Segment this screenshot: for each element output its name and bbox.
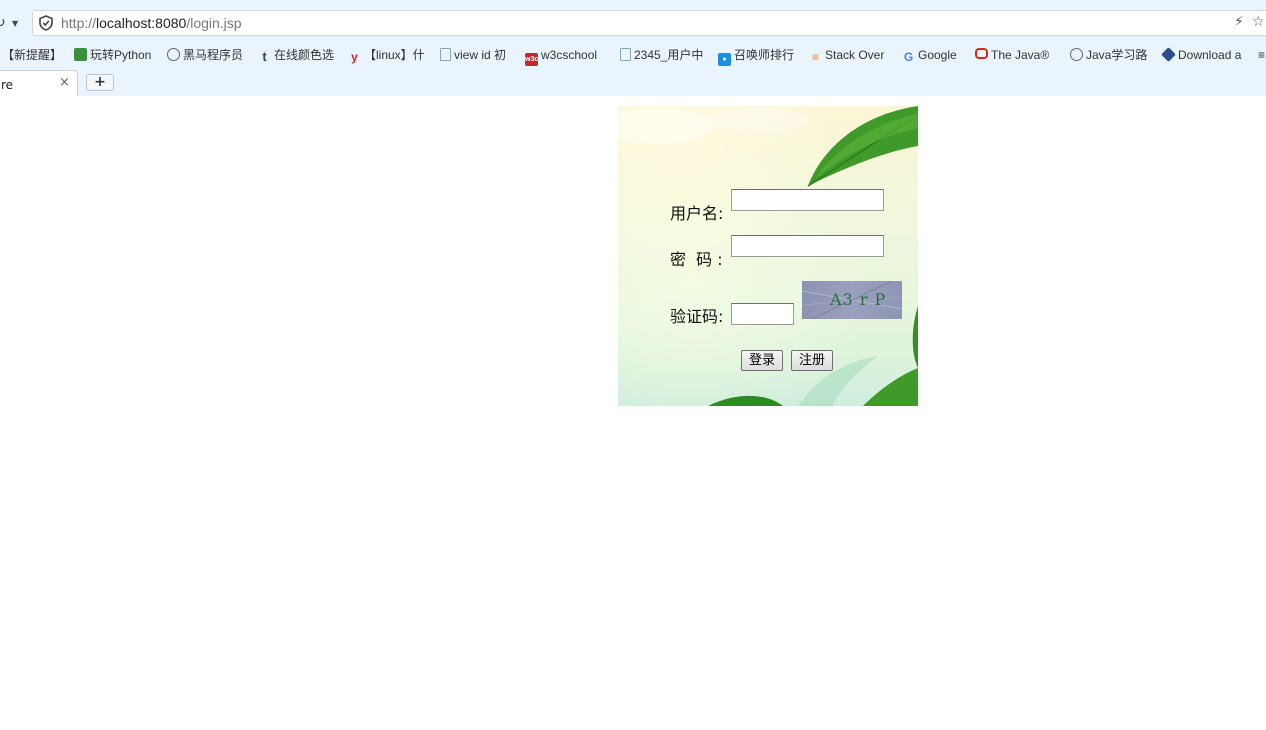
bookmark-label: 黑马程序员 (183, 48, 244, 62)
bookmark-item[interactable]: Download a (1161, 44, 1242, 66)
captcha-image[interactable]: A3 r P (802, 281, 902, 319)
bookmark-label: 2345_用户中 (634, 48, 704, 62)
refresh-icon: ↻ (0, 15, 6, 31)
login-panel: 用户名: 密 码 : 验证码: A3 r P 登录 注册 (618, 106, 918, 406)
page-icon (620, 48, 631, 61)
bookmark-label: 在线颜色选 (274, 48, 335, 62)
bookmark-label: 玩转Python (90, 48, 152, 62)
bookmark-label: w3cschool (541, 48, 598, 62)
tab-strip: re × + (0, 68, 1266, 96)
browser-chrome: ↻ ▼ http://localhost:8080/login.jsp ⚡ ☆ … (0, 0, 1266, 96)
register-button[interactable]: 注册 (791, 350, 833, 371)
url-text: http://localhost:8080/login.jsp (61, 15, 242, 32)
bookmark-item[interactable]: ≡ Stack Over (809, 44, 884, 66)
bookmark-item[interactable]: 玩转Python (74, 44, 151, 66)
more-bookmarks-icon[interactable]: ≡ (1258, 44, 1265, 66)
back-menu-button[interactable]: ↻ ▼ (0, 14, 22, 32)
bookmark-item[interactable]: w3c w3cschool (525, 44, 597, 66)
username-label: 用户名: (670, 204, 724, 223)
captcha-label: 验证码: (670, 307, 724, 326)
shield-icon (39, 15, 53, 31)
lightning-icon[interactable]: ⚡ (1234, 14, 1244, 30)
star-icon[interactable]: ☆ (1252, 14, 1265, 30)
plus-icon: + (94, 74, 106, 90)
stackoverflow-icon: ≡ (811, 50, 819, 64)
globe-icon (167, 48, 180, 61)
login-button[interactable]: 登录 (741, 350, 783, 371)
tab-active[interactable]: re × (0, 70, 78, 96)
google-icon: G (903, 50, 914, 64)
url-path: /login.jsp (186, 15, 242, 31)
globe-icon (1070, 48, 1083, 61)
bookmarks-bar: 【新提醒】 玩转Python 黑马程序员 t 在线颜色选 y 【linux】什 vi… (0, 44, 1266, 66)
bookmark-label: Download a (1178, 48, 1242, 62)
book-icon (74, 48, 87, 61)
bookmark-label: 【新提醒】 (2, 48, 63, 62)
bookmark-item[interactable]: G Google (902, 44, 957, 66)
address-row: ↻ ▼ http://localhost:8080/login.jsp ⚡ ☆ (0, 0, 1266, 46)
bookmark-label: The Java® (991, 48, 1050, 62)
bookmark-label: Google (918, 48, 957, 62)
cube-icon (1161, 47, 1176, 62)
captcha-text: A3 r P (830, 290, 887, 309)
password-label: 密 码 : (670, 250, 723, 269)
y-icon: y (351, 50, 358, 64)
bookmark-item[interactable]: 【新提醒】 (2, 44, 62, 66)
close-icon[interactable]: × (59, 75, 70, 90)
url-host: localhost:8080 (96, 15, 187, 31)
bookmark-label: view id 初 (454, 48, 507, 62)
bookmark-label: Stack Over (825, 48, 885, 62)
bookmark-item[interactable]: y 【linux】什 (348, 44, 425, 66)
bookmark-item[interactable]: The Java® (975, 44, 1049, 66)
bookmark-item[interactable]: Java学习路 (1070, 44, 1147, 66)
bookmark-label: Java学习路 (1086, 48, 1148, 62)
w3c-icon: w3c (525, 53, 538, 66)
url-scheme: http:// (61, 15, 97, 31)
bookmark-item[interactable]: 2345_用户中 (620, 44, 703, 66)
bookmark-item[interactable]: ● 召唤师排行 (718, 44, 794, 66)
bookmark-label: 召唤师排行 (734, 48, 795, 62)
bookmark-label: 【linux】什 (364, 48, 425, 62)
captcha-input[interactable] (731, 303, 794, 325)
new-tab-button[interactable]: + (86, 74, 114, 91)
chevron-down-icon: ▼ (12, 19, 19, 28)
oracle-icon (975, 48, 988, 59)
lol-icon: ● (718, 53, 731, 66)
tab-title: re (1, 78, 14, 92)
bookmark-item[interactable]: 黑马程序员 (167, 44, 243, 66)
address-bar[interactable]: http://localhost:8080/login.jsp (32, 10, 1266, 36)
bookmark-item[interactable]: t 在线颜色选 (258, 44, 334, 66)
password-input[interactable] (731, 235, 884, 257)
page-icon (440, 48, 451, 61)
tumblr-icon: t (262, 49, 267, 64)
username-input[interactable] (731, 189, 884, 211)
bookmark-item[interactable]: view id 初 (440, 44, 506, 66)
